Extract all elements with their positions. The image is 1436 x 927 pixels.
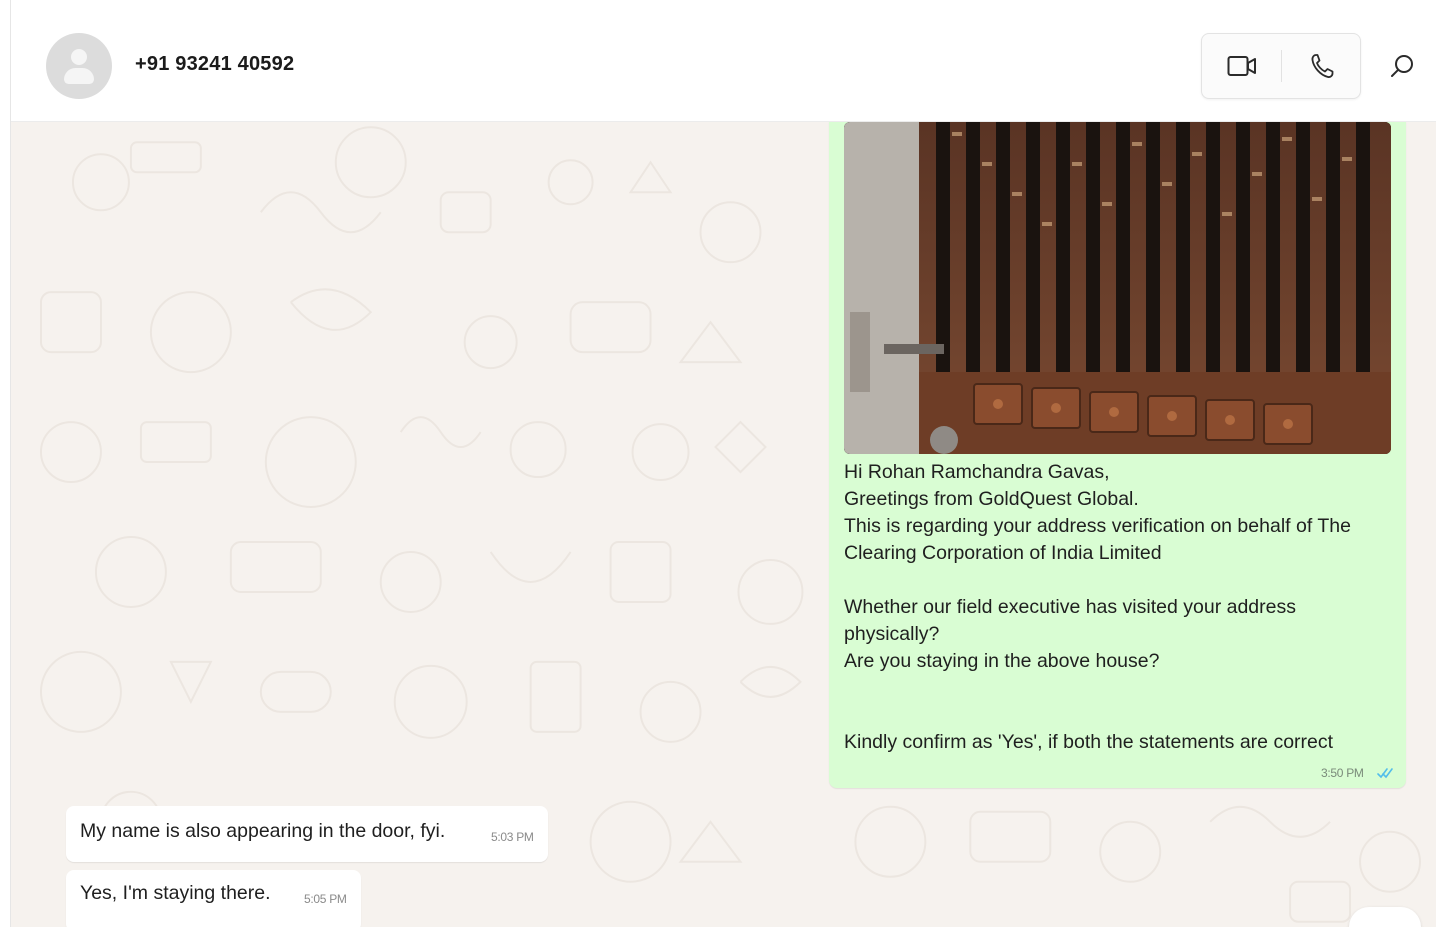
avatar-head-shape (71, 49, 87, 65)
contact-avatar[interactable] (46, 33, 112, 99)
chat-header: +91 93241 40592 (11, 0, 1436, 122)
search-icon (1391, 55, 1413, 77)
message-timestamp: 5:05 PM (304, 892, 347, 906)
message-line: Hi Rohan Ramchandra Gavas, (844, 461, 1110, 483)
call-buttons-group (1201, 33, 1361, 99)
message-photo[interactable] (844, 122, 1391, 454)
message-text: My name is also appearing in the door, f… (80, 820, 446, 842)
voice-call-button[interactable] (1282, 34, 1362, 98)
door-photo-illustration (844, 122, 1391, 454)
message-line: Kindly confirm as 'Yes', if both the sta… (844, 731, 1334, 753)
incoming-message[interactable]: Yes, I'm staying there. 5:05 PM (66, 870, 361, 927)
contact-name[interactable]: +91 93241 40592 (135, 53, 294, 76)
message-line: Are you staying in the above house? (844, 650, 1160, 672)
message-line (844, 567, 1384, 594)
outgoing-message[interactable]: Hi Rohan Ramchandra Gavas, Greetings fro… (829, 122, 1406, 788)
message-timestamp: 5:03 PM (491, 830, 534, 844)
message-line: This is regarding your address verificat… (844, 515, 1357, 564)
outgoing-message-text: Hi Rohan Ramchandra Gavas, Greetings fro… (844, 459, 1384, 756)
scroll-to-bottom-button[interactable] (1349, 907, 1421, 927)
message-line: Whether our field executive has visited … (844, 596, 1302, 645)
video-call-button[interactable] (1202, 34, 1282, 98)
incoming-message[interactable]: My name is also appearing in the door, f… (66, 806, 548, 862)
video-camera-icon (1227, 56, 1256, 76)
message-line (844, 702, 1384, 729)
message-line (844, 675, 1384, 702)
chat-messages-area[interactable]: Hi Rohan Ramchandra Gavas, Greetings fro… (11, 122, 1436, 927)
chat-window: +91 93241 40592 Hi Rohan Ramchandra Gava… (10, 0, 1436, 927)
avatar-body-shape (64, 68, 94, 84)
message-text: Yes, I'm staying there. (80, 882, 271, 904)
message-timestamp: 3:50 PM (1321, 766, 1364, 780)
double-check-read-icon (1377, 768, 1393, 779)
search-button[interactable] (1381, 45, 1423, 87)
phone-icon (1311, 54, 1334, 78)
message-line: Greetings from GoldQuest Global. (844, 488, 1139, 510)
